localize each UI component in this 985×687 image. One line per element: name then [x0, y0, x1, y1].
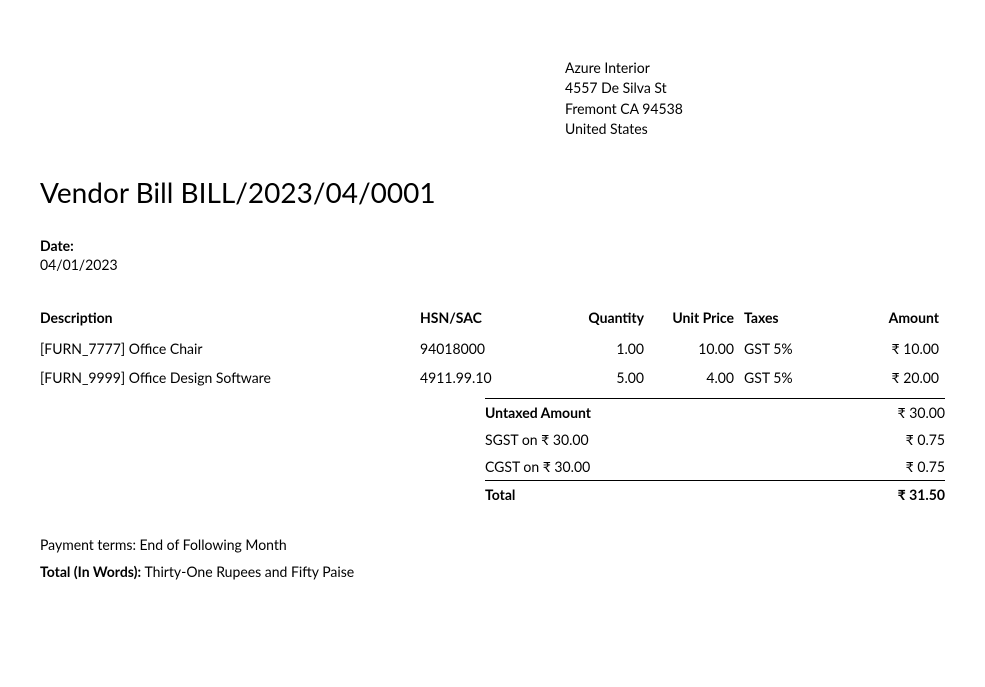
cell-hsn: 94018000 — [420, 336, 540, 365]
line-items-table: Description HSN/SAC Quantity Unit Price … — [40, 305, 945, 394]
cell-amount: ₹ 10.00 — [830, 336, 945, 365]
cell-unit-price: 4.00 — [650, 365, 740, 394]
sgst-value: ₹ 0.75 — [906, 431, 945, 448]
cgst-value: ₹ 0.75 — [906, 458, 945, 475]
sgst-row: SGST on ₹ 30.00 ₹ 0.75 — [485, 426, 945, 453]
vendor-city: Fremont CA 94538 — [565, 99, 683, 119]
col-header-amount: Amount — [830, 305, 945, 336]
col-header-unit-price: Unit Price — [650, 305, 740, 336]
cgst-row: CGST on ₹ 30.00 ₹ 0.75 — [485, 453, 945, 480]
untaxed-label: Untaxed Amount — [485, 404, 591, 421]
cgst-label: CGST on ₹ 30.00 — [485, 458, 590, 475]
total-label: Total — [485, 486, 515, 503]
col-header-hsn: HSN/SAC — [420, 305, 540, 336]
sgst-label: SGST on ₹ 30.00 — [485, 431, 589, 448]
document-title: Vendor Bill BILL/2023/04/0001 — [40, 175, 945, 209]
col-header-quantity: Quantity — [540, 305, 650, 336]
cell-qty: 1.00 — [540, 336, 650, 365]
vendor-country: United States — [565, 119, 683, 139]
total-row: Total ₹ 31.50 — [485, 480, 945, 508]
total-value: ₹ 31.50 — [898, 486, 945, 503]
date-block: Date: 04/01/2023 — [40, 237, 945, 273]
vendor-street: 4557 De Silva St — [565, 78, 683, 98]
payment-terms: Payment terms: End of Following Month — [40, 536, 945, 553]
untaxed-value: ₹ 30.00 — [898, 404, 945, 421]
totals-block: Untaxed Amount ₹ 30.00 SGST on ₹ 30.00 ₹… — [485, 398, 945, 508]
table-header-row: Description HSN/SAC Quantity Unit Price … — [40, 305, 945, 336]
date-label: Date: — [40, 237, 945, 254]
table-row: [FURN_9999] Office Design Software 4911.… — [40, 365, 945, 394]
footer: Payment terms: End of Following Month To… — [40, 536, 945, 580]
col-header-description: Description — [40, 305, 420, 336]
vendor-name: Azure Interior — [565, 58, 683, 78]
cell-amount: ₹ 20.00 — [830, 365, 945, 394]
table-row: [FURN_7777] Office Chair 94018000 1.00 1… — [40, 336, 945, 365]
cell-hsn: 4911.99.10 — [420, 365, 540, 394]
col-header-taxes: Taxes — [740, 305, 830, 336]
total-words-label: Total (In Words): — [40, 563, 144, 580]
cell-description: [FURN_9999] Office Design Software — [40, 365, 420, 394]
vendor-address: Azure Interior 4557 De Silva St Fremont … — [565, 58, 683, 139]
cell-unit-price: 10.00 — [650, 336, 740, 365]
cell-taxes: GST 5% — [740, 336, 830, 365]
total-in-words: Total (In Words): Thirty-One Rupees and … — [40, 563, 945, 580]
untaxed-row: Untaxed Amount ₹ 30.00 — [485, 398, 945, 426]
cell-description: [FURN_7777] Office Chair — [40, 336, 420, 365]
total-words-value: Thirty-One Rupees and Fifty Paise — [144, 563, 354, 580]
date-value: 04/01/2023 — [40, 256, 945, 273]
cell-taxes: GST 5% — [740, 365, 830, 394]
cell-qty: 5.00 — [540, 365, 650, 394]
